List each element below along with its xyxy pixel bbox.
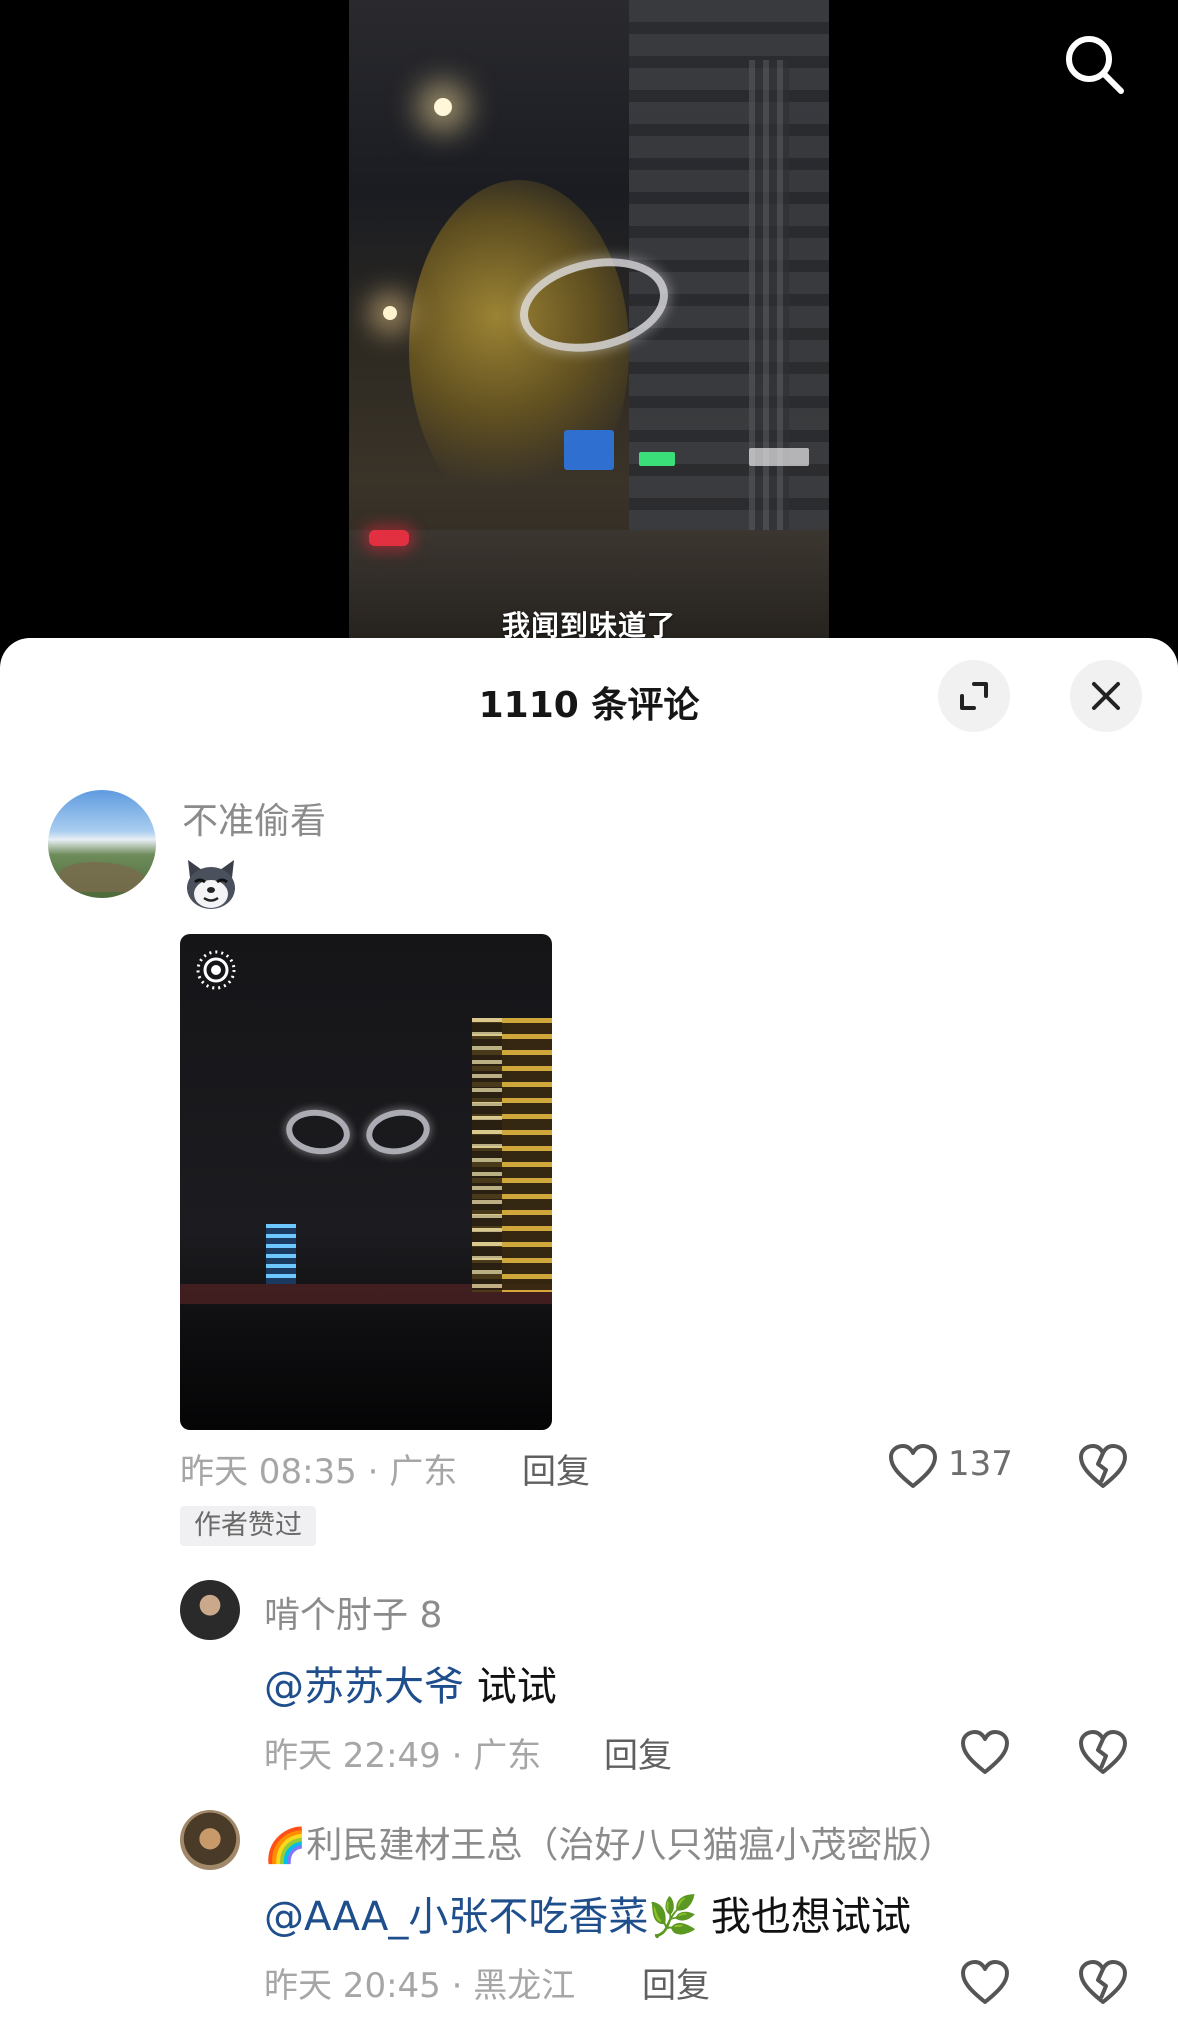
search-icon xyxy=(1066,36,1124,94)
broken-heart-icon[interactable] xyxy=(1078,1444,1128,1490)
expand-icon xyxy=(960,682,988,710)
comment-meta: 昨天 08:35 · 广东 xyxy=(180,1452,458,1492)
reply-username-text: 利民建材王总（治好八只猫瘟小茂密版） xyxy=(306,1825,955,1866)
comments-sheet: 1110 条评论 不准偷看 昨天 08:35 · 广东 回复 137 作者赞过 … xyxy=(0,638,1178,2041)
broken-heart-icon[interactable] xyxy=(1078,1730,1128,1776)
reply-button[interactable]: 回复 xyxy=(604,1728,672,1777)
reply-button[interactable]: 回复 xyxy=(642,1958,710,2007)
comment-image[interactable] xyxy=(180,934,552,1430)
reply-meta: 昨天 20:45 · 黑龙江 xyxy=(264,1966,576,2006)
video-scene-pole xyxy=(749,60,789,580)
heart-icon[interactable] xyxy=(960,1960,1010,2006)
expand-button[interactable] xyxy=(938,660,1010,732)
reply-body: 试试 xyxy=(464,1664,557,1710)
reply-button[interactable]: 回复 xyxy=(522,1444,590,1493)
comment-username[interactable]: 不准偷看 xyxy=(182,792,326,844)
image-scene-tower xyxy=(266,1224,296,1284)
reply-text: @苏苏大爷 试试 xyxy=(264,1654,557,1712)
avatar[interactable] xyxy=(180,1810,240,1870)
mention-link[interactable]: @苏苏大爷 xyxy=(264,1664,464,1710)
reply-meta: 昨天 22:49 · 广东 xyxy=(264,1736,542,1776)
video-subtitle: 我闻到味道了 xyxy=(501,609,676,640)
video-scene-car-light xyxy=(369,530,409,546)
mention-link[interactable]: @AAA_小张不吃香菜🌿 xyxy=(264,1894,698,1940)
image-scene-building xyxy=(472,1018,552,1292)
like-count: 137 xyxy=(948,1444,1013,1484)
broken-heart-icon[interactable] xyxy=(1078,1960,1128,2006)
video-scene-streetlight xyxy=(383,306,397,320)
heart-icon[interactable] xyxy=(888,1444,938,1490)
video-player[interactable]: 我闻到味道了 xyxy=(0,0,1178,660)
cat-sticker xyxy=(187,860,235,909)
heart-icon[interactable] xyxy=(960,1730,1010,1776)
author-liked-badge: 作者赞过 xyxy=(180,1506,316,1546)
reply-body: 我也想试试 xyxy=(698,1894,911,1940)
reply-text: @AAA_小张不吃香菜🌿 我也想试试 xyxy=(264,1884,911,1942)
image-scene-smoke-ring xyxy=(283,1105,353,1159)
video-scene-streetlight xyxy=(434,98,452,116)
reply-username[interactable]: 🌈利民建材王总（治好八只猫瘟小茂密版） xyxy=(264,1816,954,1868)
image-scene-smoke-ring xyxy=(362,1104,434,1160)
video-frame[interactable]: 我闻到味道了 xyxy=(349,0,829,640)
avatar[interactable] xyxy=(180,1580,240,1640)
video-scene-sign xyxy=(564,430,614,470)
avatar[interactable] xyxy=(48,790,156,898)
close-icon xyxy=(1092,682,1120,710)
live-photo-icon[interactable] xyxy=(194,948,238,992)
close-button[interactable] xyxy=(1070,660,1142,732)
video-scene-neon xyxy=(749,448,809,466)
video-scene-neon xyxy=(639,452,675,466)
reply-username[interactable]: 啃个肘子 8 xyxy=(264,1586,442,1638)
search-button[interactable] xyxy=(1058,28,1130,100)
rainbow-emoji: 🌈 xyxy=(264,1826,307,1866)
